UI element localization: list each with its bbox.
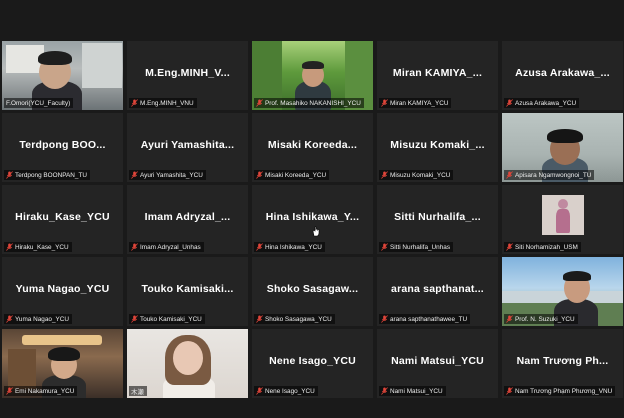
participant-tile[interactable]: 木瀬 [127,329,248,398]
participant-name: Hina Ishikawa_Y... [265,211,360,223]
participant-label: Prof. Masahiko NAKANISHI_YCU [254,98,364,108]
participant-name: Imam Adryzal_... [144,211,231,223]
participant-tile[interactable]: Imam Adryzal_... Imam Adryzal_Unhas [127,185,248,254]
mic-muted-icon [131,99,138,107]
participant-label: arana sapthanathawee_TU [379,314,471,324]
mic-muted-icon [381,315,388,323]
mic-muted-icon [381,387,388,395]
mic-muted-icon [381,99,388,107]
participant-label: Shoko Sasagawa_YCU [254,314,335,324]
participant-name: Yuma Nagao_YCU [15,283,110,295]
participant-label: 木瀬 [129,386,147,396]
mic-muted-icon [256,387,263,395]
participant-label: Nene Isago_YCU [254,386,318,396]
mic-muted-icon [381,243,388,251]
participant-name: Misuzu Komaki_... [390,139,485,151]
participant-tile[interactable]: Miran KAMIYA_... Miran KAMIYA_YCU [377,41,498,110]
participant-tile[interactable]: Ayuri Yamashita... Ayuri Yamashita_YCU [127,113,248,182]
participant-name: arana sapthanat... [391,283,484,295]
participant-tile[interactable]: Terdpong BOO... Terdpong BOONPAN_TU [2,113,123,182]
participant-tile[interactable]: Shoko Sasagaw... Shoko Sasagawa_YCU [252,257,373,326]
participant-tile[interactable]: arana sapthanat... arana sapthanathawee_… [377,257,498,326]
participant-label: Apisara Ngamwongnoi_TU [504,170,595,180]
participant-tile[interactable]: Touko Kamisaki... Touko Kamisaki_YCU [127,257,248,326]
mic-muted-icon [256,315,263,323]
participant-name: M.Eng.MINH_V... [145,67,230,79]
participant-label: Hiraku_Kase_YCU [4,242,72,252]
mic-muted-icon [131,171,138,179]
hand-cursor-icon [312,226,320,237]
participant-name: Nam Trương Ph... [516,355,609,367]
participant-tile[interactable]: Nene Isago_YCU Nene Isago_YCU [252,329,373,398]
meeting-top-bar [0,0,624,40]
participant-name: Sitti Nurhalifa_... [394,211,481,223]
participant-tile[interactable]: Prof. N. Suzuki_YCU [502,257,623,326]
participant-label: Azusa Arakawa_YCU [504,98,580,108]
participant-label: Touko Kamisaki_YCU [129,314,205,324]
gallery-view: F.Omori(YCU_Faculty) M.Eng.MINH_V... M.E… [2,41,623,400]
participant-tile[interactable]: Hiraku_Kase_YCU Hiraku_Kase_YCU [2,185,123,254]
mic-muted-icon [256,243,263,251]
participant-name: Misaki Koreeda... [267,139,358,151]
mic-muted-icon [506,171,513,179]
participant-tile[interactable]: Hina Ishikawa_Y... Hina Ishikawa_YCU [252,185,373,254]
participant-label: Misaki Koreeda_YCU [254,170,330,180]
mic-muted-icon [6,243,13,251]
participant-name: Azusa Arakawa_... [515,67,610,79]
participant-label: Hina Ishikawa_YCU [254,242,325,252]
participant-tile[interactable]: Apisara Ngamwongnoi_TU [502,113,623,182]
mic-muted-icon [131,315,138,323]
participant-tile[interactable]: Yuma Nagao_YCU Yuma Nagao_YCU [2,257,123,326]
participant-label: F.Omori(YCU_Faculty) [4,98,74,108]
participant-tile[interactable]: Sitti Nurhalifa_... Sitti Nurhalifa_Unha… [377,185,498,254]
participant-name: Ayuri Yamashita... [140,139,235,151]
participant-label: Nam Trương Phạm Phương_VNU [504,386,616,396]
participant-tile[interactable]: Nami Matsui_YCU Nami Matsui_YCU [377,329,498,398]
participant-tile[interactable]: Nam Trương Ph... Nam Trương Phạm Phương_… [502,329,623,398]
participant-label: Nami Matsui_YCU [379,386,446,396]
participant-label: Miran KAMIYA_YCU [379,98,452,108]
participant-tile[interactable]: Siti Norhamizah_USM [502,185,623,254]
participant-label: Siti Norhamizah_USM [504,242,581,252]
participant-label: M.Eng.MINH_VNU [129,98,197,108]
participant-name: Shoko Sasagaw... [266,283,359,295]
mic-muted-icon [506,387,513,395]
participant-name: Miran KAMIYA_... [392,67,483,79]
participant-label: Misuzu Komaki_YCU [379,170,454,180]
mic-muted-icon [381,171,388,179]
mic-muted-icon [131,243,138,251]
participant-tile[interactable]: M.Eng.MINH_V... M.Eng.MINH_VNU [127,41,248,110]
mic-muted-icon [256,171,263,179]
participant-label: Imam Adryzal_Unhas [129,242,204,252]
mic-muted-icon [6,315,13,323]
participant-tile[interactable]: Misuzu Komaki_... Misuzu Komaki_YCU [377,113,498,182]
mic-muted-icon [506,243,513,251]
participant-name: Nami Matsui_YCU [391,355,484,367]
participant-label: Sitti Nurhalifa_Unhas [379,242,454,252]
participant-label: Ayuri Yamashita_YCU [129,170,206,180]
participant-label: Yuma Nagao_YCU [4,314,72,324]
participant-name: Touko Kamisaki... [141,283,234,295]
participant-name: Nene Isago_YCU [269,355,356,367]
participant-tile[interactable]: Emi Nakamura_YCU [2,329,123,398]
participant-tile[interactable]: F.Omori(YCU_Faculty) [2,41,123,110]
participant-tile-active-speaker[interactable]: Prof. Masahiko NAKANISHI_YCU [252,41,373,110]
participant-label: Terdpong BOONPAN_TU [4,170,90,180]
participant-label: Prof. N. Suzuki_YCU [504,314,578,324]
participant-label: Emi Nakamura_YCU [4,386,78,396]
participant-tile[interactable]: Misaki Koreeda... Misaki Koreeda_YCU [252,113,373,182]
participant-tile[interactable]: Azusa Arakawa_... Azusa Arakawa_YCU [502,41,623,110]
mic-muted-icon [6,171,13,179]
mic-muted-icon [506,99,513,107]
mic-muted-icon [256,99,263,107]
mic-muted-icon [6,387,13,395]
participant-name: Terdpong BOO... [19,139,106,151]
mic-muted-icon [506,315,513,323]
participant-name: Hiraku_Kase_YCU [15,211,110,223]
